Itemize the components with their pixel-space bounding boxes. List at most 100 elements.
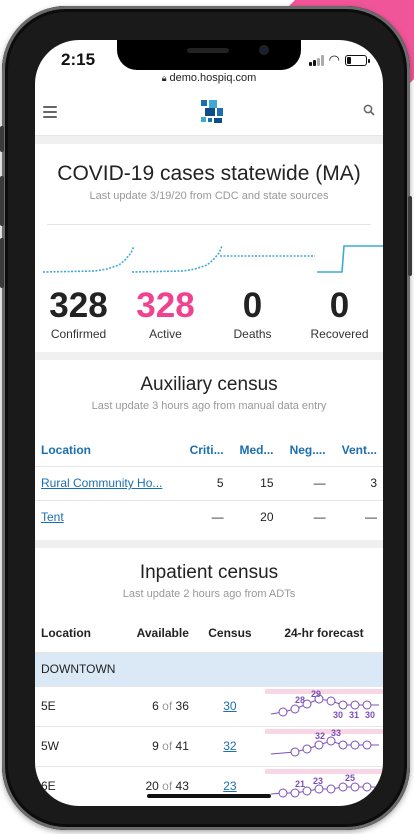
col-available[interactable]: Available (114, 614, 195, 652)
location-link[interactable]: Rural Community Ho... (41, 476, 162, 490)
lock-icon: 🔒︎ (161, 73, 167, 83)
col-critical[interactable]: Criti... (180, 434, 230, 466)
svg-text:33: 33 (331, 728, 341, 738)
svg-text:31: 31 (349, 710, 359, 720)
power-button (408, 196, 412, 276)
census-link[interactable]: 23 (223, 779, 236, 793)
cell-negative: — (279, 465, 332, 500)
svg-text:30: 30 (365, 710, 375, 720)
menu-icon[interactable] (43, 106, 57, 121)
forecast-sparkline: 28 29 30 31 30 (265, 688, 383, 720)
divider (47, 224, 371, 225)
sparkline-recovered (317, 245, 383, 273)
region-row: DOWNTOWN (35, 651, 383, 686)
stat-confirmed: 328 Confirmed (35, 286, 122, 342)
svg-text:23: 23 (313, 776, 323, 786)
svg-text:29: 29 (311, 689, 321, 699)
col-location[interactable]: Location (35, 434, 180, 466)
status-time: 2:15 (61, 50, 96, 69)
col-forecast[interactable]: 24-hr forecast (265, 614, 383, 652)
cell-location: 5E (35, 685, 114, 726)
battery-icon (345, 54, 370, 66)
cell-available: 9 of 41 (113, 725, 195, 766)
col-location[interactable]: Location (35, 614, 114, 652)
auxiliary-subtitle: Last update 3 hours ago from manual data… (91, 400, 327, 412)
forecast-sparkline: 21 23 25 (265, 768, 383, 797)
inpatient-table: Location Available Census 24-hr forecast… (35, 614, 383, 806)
col-ventilator[interactable]: Vent... (332, 434, 383, 466)
location-link[interactable]: Tent (41, 510, 64, 524)
col-census[interactable]: Census (195, 614, 265, 652)
svg-text:25: 25 (345, 773, 355, 783)
covid-sparklines (42, 245, 383, 273)
cell-ventilator: — (331, 499, 383, 534)
stat-recovered: 0 Recovered (296, 286, 383, 342)
search-icon[interactable] (363, 104, 375, 116)
address-bar[interactable]: 🔒︎ demo.hospiq.com (35, 72, 383, 84)
app-navbar (35, 88, 383, 136)
svg-text:28: 28 (295, 695, 305, 705)
stat-label: Recovered (310, 327, 369, 341)
page-content: COVID-19 cases statewide (MA) Last updat… (35, 136, 383, 806)
covid-stats: 328 Confirmed 328 Active 0 Deaths 0 Reco… (35, 286, 383, 342)
sparkline-active (131, 245, 223, 273)
cell-ventilator: 3 (331, 465, 383, 500)
covid-subtitle: Last update 3/19/20 from CDC and state s… (89, 190, 329, 202)
table-header-row: Location Available Census 24-hr forecast (35, 614, 383, 652)
inpatient-title: Inpatient census (139, 562, 279, 583)
section-divider (35, 136, 383, 144)
cell-location: 5W (35, 725, 114, 766)
cell-available: 20 of 43 (113, 765, 195, 806)
stat-value: 328 (49, 286, 108, 325)
section-divider (35, 540, 383, 548)
wifi-icon: ◠ (328, 52, 340, 67)
mute-switch (0, 126, 4, 152)
cell-critical: 5 (179, 465, 230, 500)
covid-title: COVID-19 cases statewide (MA) (57, 162, 361, 185)
cell-negative: — (279, 499, 332, 534)
inpatient-subtitle: Last update 2 hours ago from ADTs (122, 588, 296, 600)
sparkline-confirmed (42, 245, 135, 273)
url-text: demo.hospiq.com (169, 72, 257, 84)
forecast-sparkline: 32 33 (265, 728, 383, 756)
col-negative[interactable]: Neg.... (280, 434, 332, 466)
phone-screen: 2:15 ◠ 🔒︎ demo.hospiq.com COVID-19 cases… (35, 40, 383, 806)
table-header-row: Location Criti... Med... Neg.... Vent... (35, 434, 383, 466)
cell-medical: 15 (229, 465, 280, 500)
stat-value: 0 (329, 286, 350, 325)
table-row: Rural Community Ho... 5 15 — 3 (35, 465, 383, 500)
status-icons: ◠ (308, 52, 370, 68)
stat-value: 328 (136, 286, 195, 325)
notch (117, 40, 301, 70)
auxiliary-title: Auxiliary census (140, 374, 278, 395)
col-medical[interactable]: Med... (230, 434, 280, 466)
table-row: 5E 6 of 36 30 28 29 30 31 30 (35, 685, 383, 726)
auxiliary-table: Location Criti... Med... Neg.... Vent...… (35, 434, 383, 534)
stat-value: 0 (242, 286, 263, 325)
volume-up-button (0, 176, 4, 226)
region-label: DOWNTOWN (35, 651, 383, 686)
table-row: 5W 9 of 41 32 32 33 (35, 725, 383, 766)
svg-text:32: 32 (315, 731, 325, 741)
table-row: 6E 20 of 43 23 21 23 25 (35, 765, 383, 806)
census-link[interactable]: 30 (223, 699, 236, 713)
cell-available: 6 of 36 (113, 685, 195, 726)
svg-text:21: 21 (295, 779, 305, 789)
phone-frame: 2:15 ◠ 🔒︎ demo.hospiq.com COVID-19 cases… (0, 6, 412, 830)
hospiq-logo-icon[interactable] (199, 98, 225, 126)
covid-card: COVID-19 cases statewide (MA) Last updat… (35, 144, 383, 352)
section-divider (35, 352, 383, 360)
cell-critical: — (179, 499, 230, 534)
census-link[interactable]: 32 (223, 739, 236, 753)
stat-label: Confirmed (50, 327, 107, 341)
signal-icon (308, 54, 324, 66)
speaker-grille (187, 48, 229, 53)
auxiliary-card: Auxiliary census Last update 3 hours ago… (35, 360, 383, 540)
home-indicator (147, 794, 271, 798)
inpatient-card: Inpatient census Last update 2 hours ago… (35, 548, 383, 806)
front-camera (259, 45, 269, 55)
volume-down-button (0, 238, 4, 288)
stat-active: 328 Active (122, 286, 209, 342)
stat-label: Deaths (233, 327, 272, 341)
cell-medical: 20 (229, 499, 280, 534)
